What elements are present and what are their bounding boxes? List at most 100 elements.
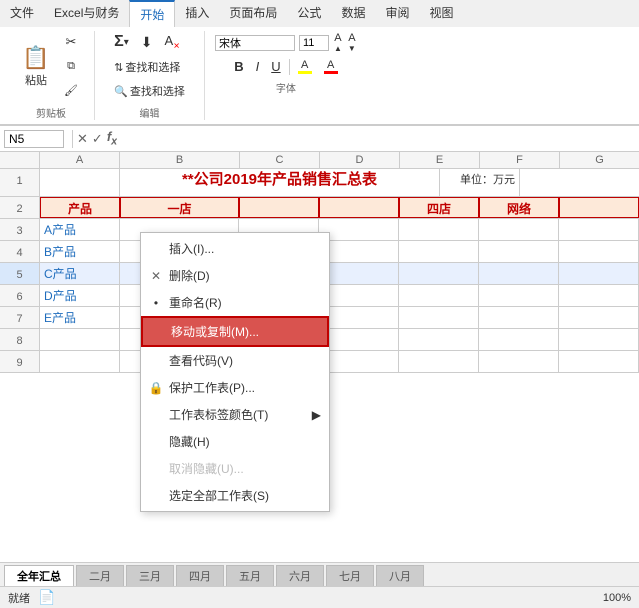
fill-button[interactable]: ⬇ bbox=[137, 32, 157, 53]
col-header-B[interactable]: B bbox=[120, 152, 240, 168]
paste-button[interactable]: 📋 粘贴 bbox=[18, 42, 54, 90]
sheet-tab-jun[interactable]: 六月 bbox=[276, 565, 324, 586]
fill-color-button[interactable]: A bbox=[294, 57, 316, 76]
menu-item-hide[interactable]: 隐藏(H) bbox=[141, 428, 329, 455]
cell-A4[interactable]: B产品 bbox=[40, 241, 120, 262]
cell-E6[interactable] bbox=[399, 285, 479, 306]
menu-item-insert[interactable]: 插入(I)... bbox=[141, 235, 329, 262]
clear-button[interactable]: A✕ bbox=[161, 31, 184, 53]
cell-E3[interactable] bbox=[399, 219, 479, 240]
cell-B2[interactable]: 一店 bbox=[120, 197, 239, 218]
menu-item-select-all-sheets[interactable]: 选定全部工作表(S) bbox=[141, 482, 329, 509]
cell-F8[interactable] bbox=[479, 329, 559, 350]
menu-item-delete[interactable]: ✕ 删除(D) bbox=[141, 262, 329, 289]
sheet-tab-feb[interactable]: 二月 bbox=[76, 565, 124, 586]
find-select-button[interactable]: 🔍 查找和选择 bbox=[110, 81, 189, 101]
cell-F7[interactable] bbox=[479, 307, 559, 328]
increase-font-button[interactable]: A▲ bbox=[333, 31, 343, 54]
cell-E2[interactable]: 四店 bbox=[399, 197, 479, 218]
col-header-D[interactable]: D bbox=[320, 152, 400, 168]
tab-home[interactable]: 开始 bbox=[129, 0, 175, 27]
col-header-F[interactable]: F bbox=[480, 152, 560, 168]
italic-button[interactable]: I bbox=[252, 58, 264, 75]
cell-D9[interactable] bbox=[319, 351, 399, 372]
menu-item-move-copy[interactable]: 移动或复制(M)... bbox=[141, 316, 329, 347]
autosum-button[interactable]: Σ ▾ bbox=[110, 31, 133, 53]
sort-filter-button[interactable]: ⇅ 查找和选择 bbox=[110, 57, 184, 77]
cell-A1[interactable] bbox=[40, 169, 120, 196]
font-name-input[interactable] bbox=[215, 35, 295, 51]
tab-formula[interactable]: 公式 bbox=[287, 0, 331, 27]
col-header-E[interactable]: E bbox=[400, 152, 480, 168]
cell-E9[interactable] bbox=[399, 351, 479, 372]
sheet-tab-apr[interactable]: 四月 bbox=[176, 565, 224, 586]
cell-G2[interactable] bbox=[559, 197, 639, 218]
col-header-G[interactable]: G bbox=[560, 152, 639, 168]
cell-A2[interactable]: 产品 bbox=[40, 197, 120, 218]
sheet-tab-all-year[interactable]: 全年汇总 bbox=[4, 565, 74, 586]
confirm-formula-icon[interactable]: ✓ bbox=[92, 131, 103, 147]
cell-E8[interactable] bbox=[399, 329, 479, 350]
cell-A6[interactable]: D产品 bbox=[40, 285, 120, 306]
sheet-tab-jul[interactable]: 七月 bbox=[326, 565, 374, 586]
cell-G7[interactable] bbox=[559, 307, 639, 328]
cell-D2[interactable] bbox=[319, 197, 399, 218]
insert-function-icon[interactable]: fx bbox=[107, 129, 117, 148]
cell-D4[interactable] bbox=[319, 241, 399, 262]
menu-item-protect-sheet[interactable]: 🔒 保护工作表(P)... bbox=[141, 374, 329, 401]
menu-item-view-code[interactable]: 查看代码(V) bbox=[141, 347, 329, 374]
cell-E7[interactable] bbox=[399, 307, 479, 328]
cell-D8[interactable] bbox=[319, 329, 399, 350]
cell-G5[interactable] bbox=[559, 263, 639, 284]
cell-F2[interactable]: 网络 bbox=[479, 197, 559, 218]
cell-F9[interactable] bbox=[479, 351, 559, 372]
cell-F4[interactable] bbox=[479, 241, 559, 262]
cell-A8[interactable] bbox=[40, 329, 120, 350]
cell-A5[interactable]: C产品 bbox=[40, 263, 120, 284]
sheet-tab-mar[interactable]: 三月 bbox=[126, 565, 174, 586]
sheet-tab-may[interactable]: 五月 bbox=[226, 565, 274, 586]
cell-F6[interactable] bbox=[479, 285, 559, 306]
cell-A3[interactable]: A产品 bbox=[40, 219, 120, 240]
tab-review[interactable]: 审阅 bbox=[375, 0, 419, 27]
cell-A7[interactable]: E产品 bbox=[40, 307, 120, 328]
cell-B1[interactable]: **公司2019年产品销售汇总表 bbox=[120, 169, 440, 196]
cut-button[interactable]: ✂ bbox=[58, 31, 84, 53]
cell-F3[interactable] bbox=[479, 219, 559, 240]
cancel-formula-icon[interactable]: ✕ bbox=[77, 131, 88, 147]
cell-C2[interactable] bbox=[239, 197, 319, 218]
formula-input[interactable] bbox=[117, 131, 635, 147]
font-size-input[interactable] bbox=[299, 35, 329, 51]
tab-insert[interactable]: 插入 bbox=[175, 0, 219, 27]
cell-E5[interactable] bbox=[399, 263, 479, 284]
copy-button[interactable]: ⧉ bbox=[58, 55, 84, 77]
cell-G4[interactable] bbox=[559, 241, 639, 262]
bold-button[interactable]: B bbox=[230, 58, 247, 75]
cell-G3[interactable] bbox=[559, 219, 639, 240]
cell-D7[interactable] bbox=[319, 307, 399, 328]
tab-data[interactable]: 数据 bbox=[331, 0, 375, 27]
cell-G6[interactable] bbox=[559, 285, 639, 306]
cell-D5[interactable] bbox=[319, 263, 399, 284]
cell-reference-input[interactable] bbox=[4, 130, 64, 148]
sheet-tab-aug[interactable]: 八月 bbox=[376, 565, 424, 586]
cell-A9[interactable] bbox=[40, 351, 120, 372]
col-header-A[interactable]: A bbox=[40, 152, 120, 168]
menu-item-tab-color[interactable]: 工作表标签颜色(T) ▶ bbox=[141, 401, 329, 428]
cell-D3[interactable] bbox=[319, 219, 399, 240]
col-header-C[interactable]: C bbox=[240, 152, 320, 168]
zoom-icon[interactable]: 100% bbox=[603, 592, 631, 604]
cell-F5[interactable] bbox=[479, 263, 559, 284]
tab-file[interactable]: 文件 bbox=[0, 0, 44, 27]
decrease-font-button[interactable]: A▼ bbox=[347, 31, 357, 54]
underline-button[interactable]: U bbox=[267, 58, 284, 75]
menu-item-rename[interactable]: • 重命名(R) bbox=[141, 289, 329, 316]
cell-D6[interactable] bbox=[319, 285, 399, 306]
tab-view[interactable]: 视图 bbox=[419, 0, 463, 27]
cell-E4[interactable] bbox=[399, 241, 479, 262]
tab-excel-finance[interactable]: Excel与财务 bbox=[44, 0, 129, 27]
cell-G9[interactable] bbox=[559, 351, 639, 372]
format-painter-button[interactable]: 🖌 bbox=[58, 79, 84, 101]
font-color-button[interactable]: A bbox=[320, 57, 342, 76]
tab-page-layout[interactable]: 页面布局 bbox=[219, 0, 287, 27]
